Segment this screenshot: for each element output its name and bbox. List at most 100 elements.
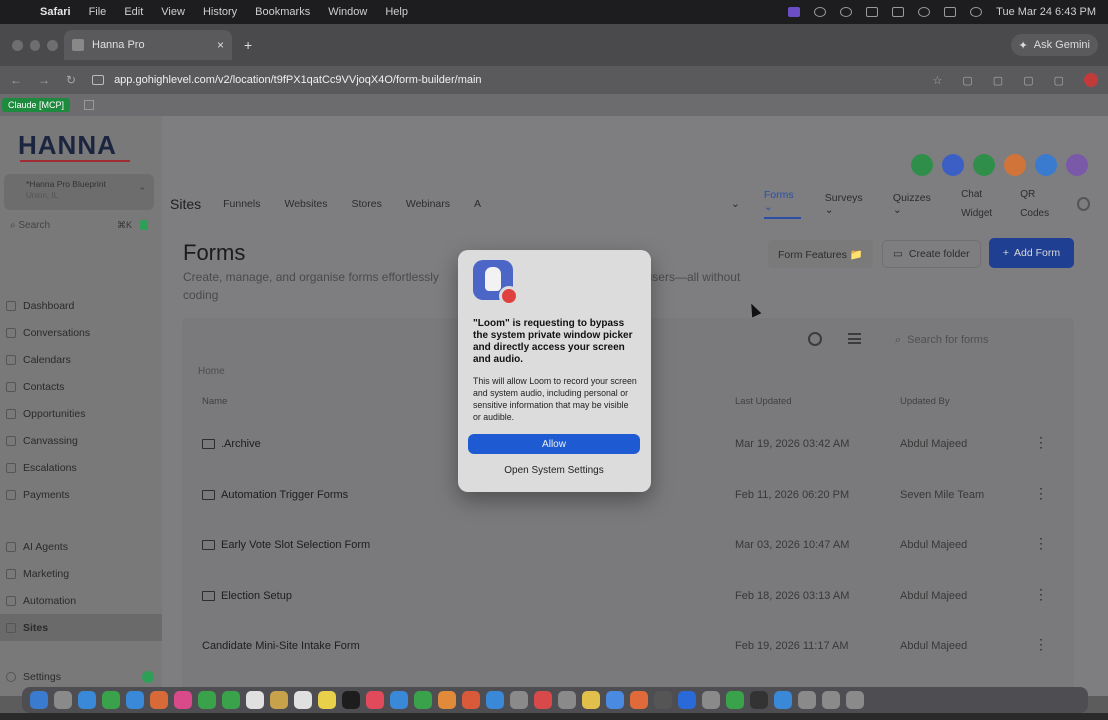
downloads-icon[interactable] xyxy=(774,691,792,709)
more-vertical-icon[interactable]: ⋮ xyxy=(1034,636,1048,653)
whatsapp-icon[interactable] xyxy=(726,691,744,709)
facetime-icon[interactable] xyxy=(198,691,216,709)
more-vertical-icon[interactable]: ⋮ xyxy=(1034,535,1048,552)
open-system-settings-button[interactable]: Open System Settings xyxy=(468,460,640,480)
system-settings-icon[interactable] xyxy=(510,691,528,709)
add-form-button[interactable]: + Add Form xyxy=(989,238,1074,268)
maps-icon[interactable] xyxy=(150,691,168,709)
sidebar-item-escalations[interactable]: Escalations xyxy=(0,454,162,481)
app-icon-gray-3[interactable] xyxy=(822,691,840,709)
sidebar-item-dashboard[interactable]: Dashboard xyxy=(0,292,162,319)
create-folder-button[interactable]: ▭ Create folder xyxy=(882,240,981,268)
tab-websites[interactable]: Websites xyxy=(284,198,327,210)
siri-icon[interactable] xyxy=(970,7,983,17)
menu-bookmarks[interactable]: Bookmarks xyxy=(255,6,310,18)
column-updated-by[interactable]: Updated By xyxy=(900,396,950,407)
browser-tab[interactable]: Hanna Pro × xyxy=(64,30,232,60)
keynote-icon[interactable] xyxy=(390,691,408,709)
more-vertical-icon[interactable]: ⋮ xyxy=(1034,586,1048,603)
tab-quizzes[interactable]: Quizzes ⌄ xyxy=(893,192,937,216)
tab-funnels[interactable]: Funnels xyxy=(223,198,260,210)
spotlight-icon[interactable] xyxy=(918,7,931,17)
download-icon[interactable]: ▢ xyxy=(1054,74,1064,87)
sidebar-item-payments[interactable]: Payments xyxy=(0,481,162,508)
phone-app-icon[interactable] xyxy=(222,691,240,709)
chevron-down-icon[interactable]: ⌄ xyxy=(731,198,740,210)
app-icon-dark[interactable] xyxy=(750,691,768,709)
sun-icon[interactable] xyxy=(840,7,853,17)
settings-gear-icon[interactable] xyxy=(1077,197,1090,211)
sidebar-item-canvassing[interactable]: Canvassing xyxy=(0,427,162,454)
phone-icon[interactable] xyxy=(911,154,933,176)
megaphone-icon[interactable] xyxy=(973,154,995,176)
menu-app-name[interactable]: Safari xyxy=(40,6,71,18)
breadcrumb[interactable]: Home xyxy=(198,366,225,377)
calculator-icon[interactable] xyxy=(654,691,672,709)
mail-icon[interactable] xyxy=(126,691,144,709)
tab-chat-widget[interactable]: Chat Widget xyxy=(961,185,992,223)
safari-icon[interactable] xyxy=(78,691,96,709)
search-forms-input[interactable]: ⌕ Search for forms xyxy=(885,326,1074,354)
forward-arrow-icon[interactable]: → xyxy=(38,73,50,87)
tab-truncated[interactable]: A xyxy=(474,198,481,210)
app-icon-crimson[interactable] xyxy=(534,691,552,709)
tab-forms[interactable]: Forms ⌄ xyxy=(763,189,801,219)
trash-icon[interactable] xyxy=(846,691,864,709)
help-icon[interactable] xyxy=(1035,154,1057,176)
row-name[interactable]: Election Setup xyxy=(202,590,292,602)
notes-icon[interactable] xyxy=(318,691,336,709)
menu-view[interactable]: View xyxy=(161,6,185,18)
close-window-button[interactable] xyxy=(12,39,23,51)
table-row[interactable]: Candidate Mini-Site Intake Form Feb 19, 2… xyxy=(182,622,1074,672)
sidebar-item-opportunities[interactable]: Opportunities xyxy=(0,400,162,427)
sidebar-item-sites[interactable]: Sites xyxy=(0,614,162,641)
sidebar-item-calendars[interactable]: Calendars xyxy=(0,346,162,373)
finder-icon[interactable] xyxy=(30,691,48,709)
column-name[interactable]: Name xyxy=(202,396,227,407)
app-icon-orange[interactable] xyxy=(630,691,648,709)
menu-window[interactable]: Window xyxy=(328,6,367,18)
tv-icon[interactable] xyxy=(342,691,360,709)
tab-qr-codes[interactable]: QR Codes xyxy=(1020,185,1049,223)
sidebar-toggle-icon[interactable]: ▢ xyxy=(1023,74,1033,87)
launchpad-icon[interactable] xyxy=(54,691,72,709)
site-info-icon[interactable] xyxy=(92,75,105,85)
app-icon-yellow[interactable] xyxy=(582,691,600,709)
collapse-sidebar-icon[interactable] xyxy=(142,671,154,683)
claude-mcp-bookmark[interactable]: Claude [MCP] xyxy=(2,98,71,112)
sidebar-item-marketing[interactable]: Marketing xyxy=(0,560,162,587)
battery-icon[interactable] xyxy=(892,7,905,17)
bolt-icon[interactable] xyxy=(140,220,148,230)
menubar-clock[interactable]: Tue Mar 24 6:43 PM xyxy=(996,6,1096,18)
screen-record-icon[interactable] xyxy=(788,7,801,17)
app-icon-gray[interactable] xyxy=(702,691,720,709)
sidebar-item-conversations[interactable]: Conversations xyxy=(0,319,162,346)
form-features-button[interactable]: Form Features 📁 xyxy=(768,240,873,268)
row-name[interactable]: Candidate Mini-Site Intake Form xyxy=(202,640,360,652)
tab-webinars[interactable]: Webinars xyxy=(406,198,450,210)
chrome-icon[interactable] xyxy=(606,691,624,709)
bookmark-folder-icon[interactable] xyxy=(84,100,95,110)
telegram-icon[interactable] xyxy=(678,691,696,709)
sidebar-search[interactable]: ⌕ Search ⌘K xyxy=(4,214,154,236)
calendar-app-icon[interactable] xyxy=(246,691,264,709)
list-view-icon[interactable] xyxy=(848,333,861,344)
control-center-icon[interactable] xyxy=(944,7,957,17)
table-row[interactable]: Early Vote Slot Selection Form Mar 03, 20… xyxy=(182,521,1074,571)
url-field[interactable]: app.gohighlevel.com/v2/location/t9fPX1qa… xyxy=(114,74,481,86)
sidebar-item-ai-agents[interactable]: AI Agents xyxy=(0,533,162,560)
record-icon[interactable] xyxy=(1084,73,1098,87)
puzzle-icon[interactable]: ▢ xyxy=(993,74,1003,87)
sidebar-item-automation[interactable]: Automation xyxy=(0,587,162,614)
tab-surveys[interactable]: Surveys ⌄ xyxy=(825,192,869,216)
more-vertical-icon[interactable]: ⋮ xyxy=(1034,485,1048,502)
messages-icon[interactable] xyxy=(102,691,120,709)
reminders-icon[interactable] xyxy=(294,691,312,709)
menu-file[interactable]: File xyxy=(89,6,107,18)
numbers-icon[interactable] xyxy=(414,691,432,709)
back-arrow-icon[interactable]: ← xyxy=(10,73,22,87)
pages-icon[interactable] xyxy=(438,691,456,709)
allow-button[interactable]: Allow xyxy=(468,434,640,454)
row-name[interactable]: .Archive xyxy=(202,438,261,450)
loom-icon[interactable] xyxy=(814,7,827,17)
